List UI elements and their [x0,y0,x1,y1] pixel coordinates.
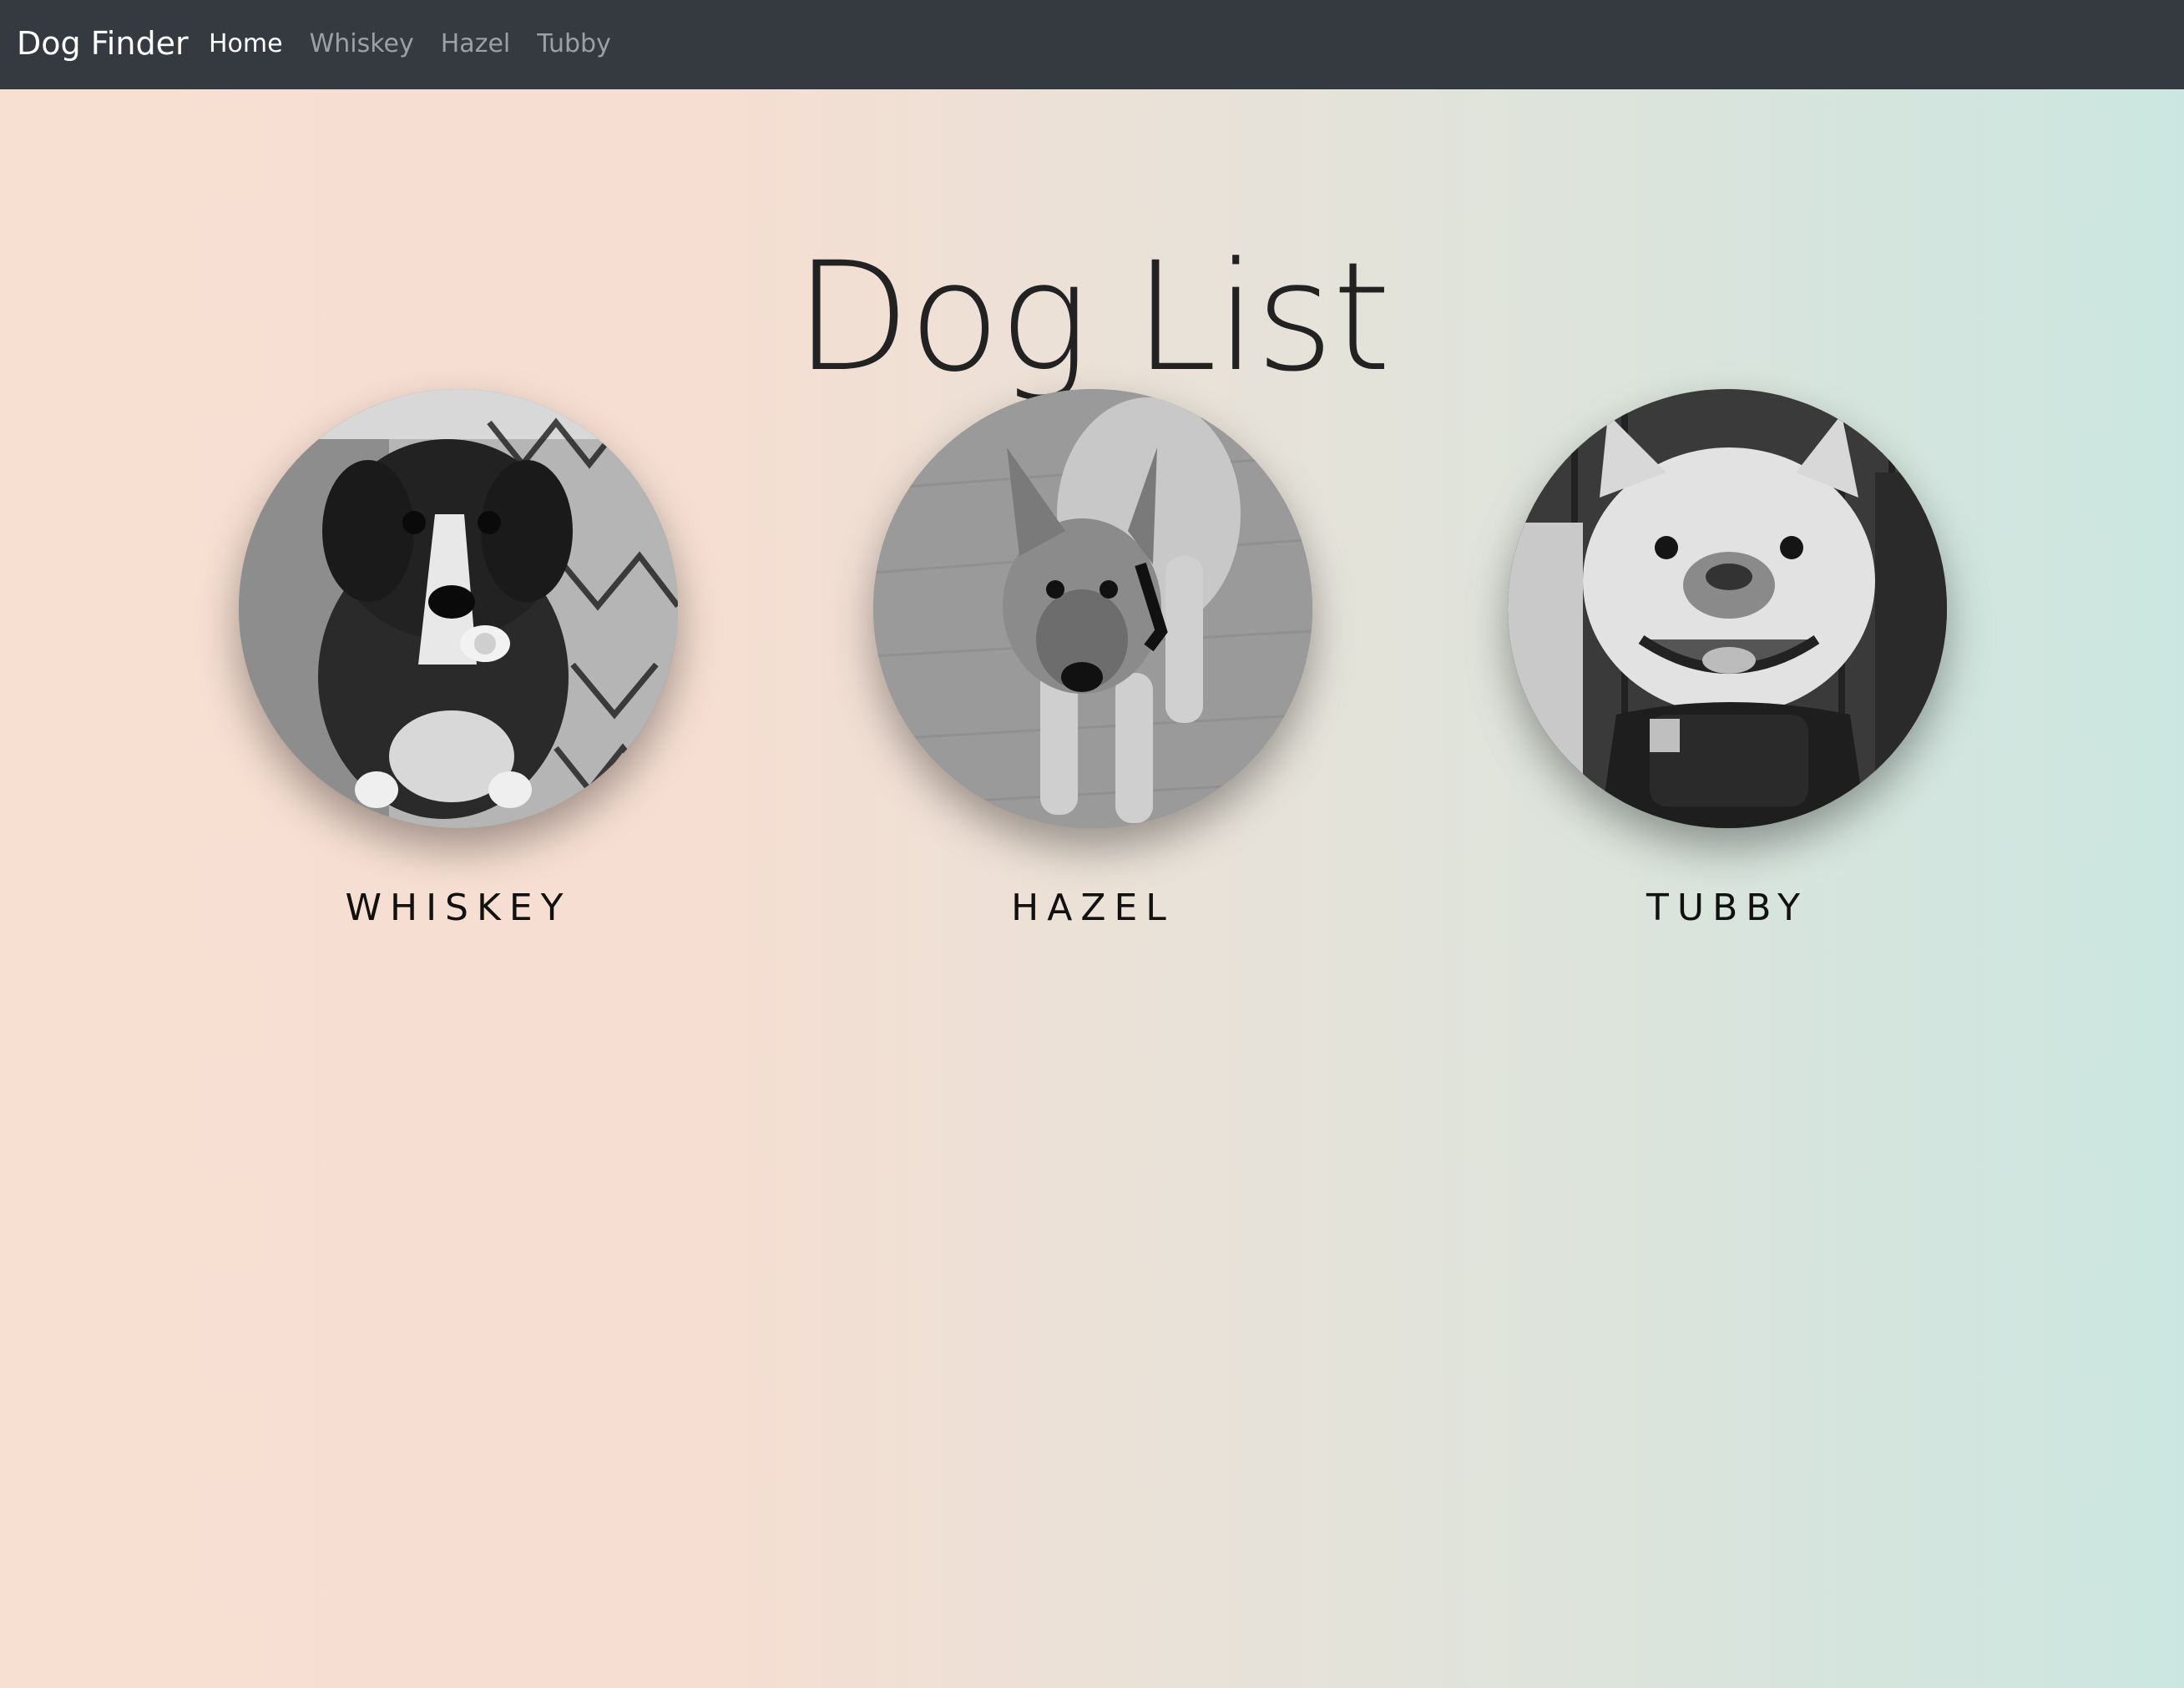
dog-photo-tubby-image [1508,389,1947,828]
dog-card-hazel: HAZEL [873,389,1312,932]
nav-link-tubby[interactable]: Tubby [537,23,611,65]
nav-link-hazel[interactable]: Hazel [441,23,510,65]
dog-photo-whiskey[interactable] [239,389,678,828]
dog-photo-whiskey-image [239,389,678,828]
dog-card-tubby: TUBBY [1508,389,1947,932]
navbar: Dog Finder Home Whiskey Hazel Tubby [0,0,2184,89]
nav-link-whiskey[interactable]: Whiskey [310,23,414,65]
brand-link[interactable]: Dog Finder [17,20,189,67]
dog-card-whiskey: WHISKEY [239,389,678,932]
dog-name-tubby[interactable]: TUBBY [1508,885,1947,932]
dog-name-hazel[interactable]: HAZEL [873,885,1312,932]
nav-link-home[interactable]: Home [209,23,283,65]
dog-name-whiskey[interactable]: WHISKEY [239,885,678,932]
nav-links: Home Whiskey Hazel Tubby [209,23,638,65]
dog-photo-hazel[interactable] [873,389,1312,828]
dog-photo-hazel-image [873,389,1312,828]
page-title: Dog List [794,230,1392,405]
dog-photo-tubby[interactable] [1508,389,1947,828]
